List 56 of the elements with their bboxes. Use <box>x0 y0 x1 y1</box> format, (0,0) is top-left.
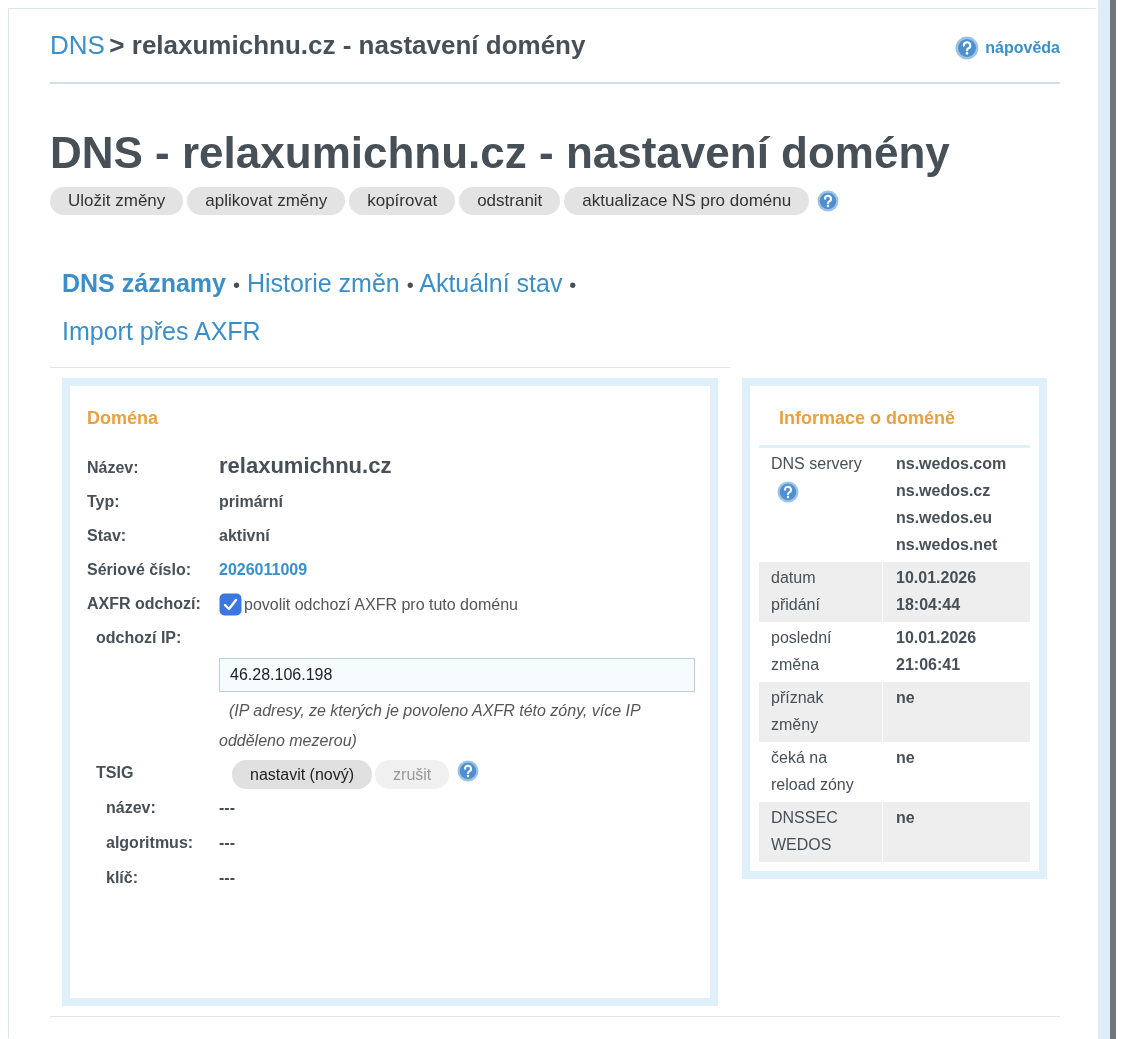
field-label: název: <box>106 798 157 818</box>
checkbox-label: povolit odchozí AXFR pro tuto doménu <box>244 595 518 614</box>
field-value: primární <box>219 492 283 512</box>
field-value: relaxumichnu.cz <box>219 452 392 480</box>
hint-text: (IP adresy, ze kterých je povoleno AXFR této zóny, více IP odděleno mezerou) <box>219 701 642 751</box>
ip-input-field[interactable]: 46.28.106.198 <box>219 658 695 692</box>
field-value: --- <box>219 868 235 888</box>
field-label: klíč: <box>106 868 139 888</box>
toolbar-button[interactable]: Uložit změny <box>50 187 184 215</box>
separator-dot: • <box>569 274 577 296</box>
breadcrumb-current: > relaxumichnu.cz - nastavení domény <box>109 30 586 60</box>
field-label: Sériové číslo: <box>87 560 193 580</box>
page-title: DNS - relaxumichnu.cz - nastavení domény <box>50 128 951 178</box>
toolbar-button[interactable]: aplikovat změny <box>187 187 346 215</box>
toolbar-button[interactable]: kopírovat <box>349 187 456 215</box>
scrollbar[interactable] <box>1110 0 1116 1039</box>
help-icon[interactable] <box>955 35 980 60</box>
subnav-tab[interactable]: DNS záznamy <box>62 269 226 297</box>
field-label: algoritmus: <box>106 833 195 853</box>
toolbar-button[interactable]: aktualizace NS pro doménu <box>564 187 810 215</box>
help-link[interactable]: nápověda <box>985 38 1060 57</box>
toolbar-button[interactable]: odstranit <box>459 187 561 215</box>
panel-title: Informace o doméně <box>779 408 957 430</box>
field-label: odchozí IP: <box>96 628 183 648</box>
info-value: ns.wedos.net <box>896 535 999 555</box>
tsig-button[interactable]: nastavit (nový) <box>232 760 373 789</box>
info-value: 10.01.2026 18:04:44 <box>896 568 978 615</box>
info-value: ne <box>896 748 916 768</box>
subnav-tab[interactable]: Import přes AXFR <box>62 317 261 345</box>
info-value: ne <box>896 808 916 828</box>
subnav-tab[interactable]: Aktuální stav <box>419 269 563 297</box>
info-value: ne <box>896 688 916 708</box>
help-icon[interactable] <box>457 760 480 782</box>
field-value: aktivní <box>219 526 270 546</box>
info-label: čeká na reload zóny <box>771 749 854 793</box>
field-label: Název: <box>87 458 140 478</box>
subnav-tab[interactable]: Historie změn <box>246 269 400 297</box>
serial-link[interactable]: 2026011009 <box>219 553 308 587</box>
info-value: ns.wedos.eu <box>896 508 994 528</box>
panel-title: Doména <box>87 408 159 429</box>
info-label: DNSSEC WEDOS <box>771 809 838 853</box>
field-value: --- <box>219 798 235 818</box>
help-icon[interactable] <box>817 190 840 212</box>
help-icon[interactable] <box>777 480 799 503</box>
info-label: DNS servery <box>771 455 862 472</box>
field-label: Stav: <box>87 526 128 546</box>
breadcrumb-link[interactable]: DNS <box>50 30 105 60</box>
field-label: AXFR odchozí: <box>87 594 202 614</box>
field-label: Typ: <box>87 492 121 512</box>
info-value: ns.wedos.cz <box>896 481 992 501</box>
separator-dot: • <box>232 274 240 296</box>
separator-dot: • <box>406 274 414 296</box>
info-value: ns.wedos.com <box>896 454 1008 474</box>
checkbox[interactable] <box>219 593 242 616</box>
field-label: TSIG <box>96 763 135 783</box>
field-value: --- <box>219 833 235 853</box>
